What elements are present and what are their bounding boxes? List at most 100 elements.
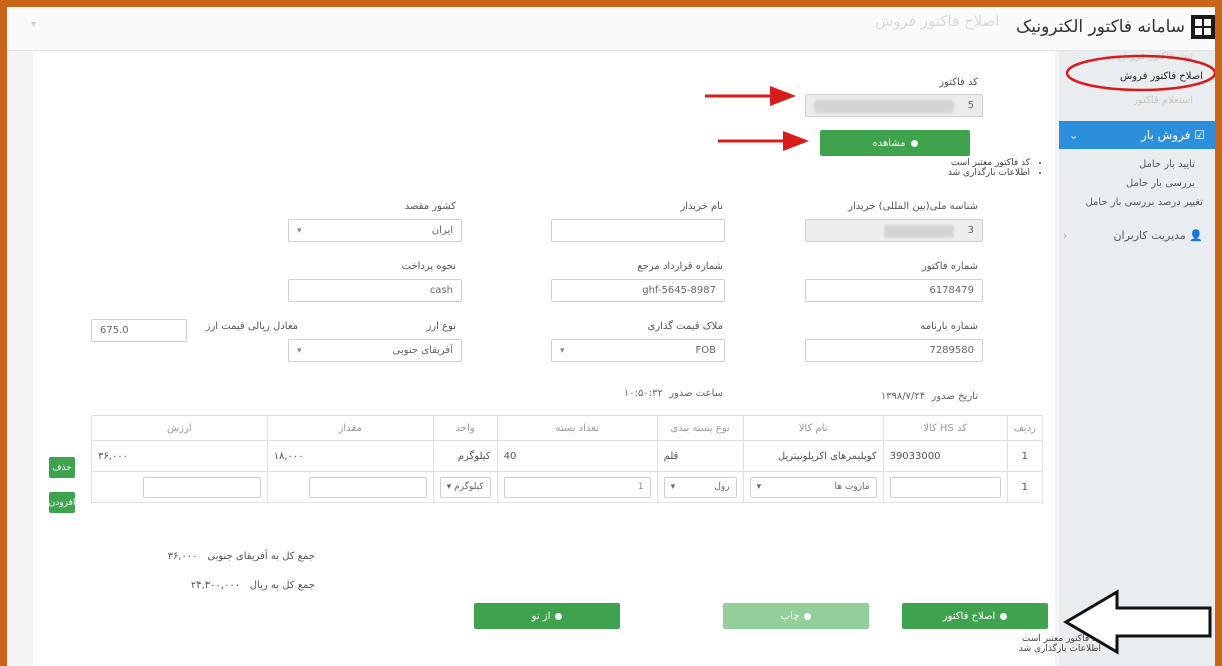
bill-of-lading-input[interactable]: 7289580 <box>805 339 983 362</box>
app-brand: سامانه فاکتور الکترونیک <box>1016 15 1215 39</box>
reset-button[interactable]: از نو <box>474 603 620 629</box>
cell-value: ۳۶,۰۰۰ <box>91 440 268 472</box>
amount-input[interactable] <box>308 476 427 498</box>
redacted-value <box>814 100 954 113</box>
footer-message-valid-code: کد فاکتور معتبر است <box>1019 634 1101 644</box>
caret-down-icon: ▾ <box>297 225 302 236</box>
cell-amount <box>266 471 434 503</box>
contract-number-label: شماره قرارداد مرجع <box>637 261 723 272</box>
product-name-select[interactable]: مازوت ها ▾ <box>749 476 877 498</box>
sidebar: ثبت فاکتور فروش اصلاح فاکتور فروش استعلا… <box>1059 51 1215 666</box>
invoice-code-input[interactable]: 5 <box>805 94 983 117</box>
col-product-name: نام کالا <box>742 415 884 441</box>
view-button-label: مشاهده <box>872 137 906 149</box>
exchange-rate-label: معادل ریالی قیمت ارز <box>205 321 298 332</box>
sidebar-item-inquiry[interactable]: استعلام فاکتور <box>1133 95 1193 106</box>
total-foreign: جمع کل به آفریقای جنوبی ۳۶,۰۰۰ <box>168 551 315 562</box>
edit-invoice-button[interactable]: اصلاح فاکتور <box>902 603 1048 629</box>
cell-product-name: کوپلیمرهای اکریلونیتریل <box>742 440 884 472</box>
destination-country-value: ایران <box>431 225 453 236</box>
cell-hs-code <box>882 471 1008 503</box>
buyer-id-label: شناسه ملی(بین المللی) خریدار <box>848 201 978 212</box>
destination-country-label: کشور مقصد <box>404 201 456 212</box>
col-row: ردیف <box>1006 415 1044 441</box>
invoice-number-input[interactable]: 6178479 <box>805 279 983 302</box>
caret-down-icon: ▾ <box>446 482 452 492</box>
cell-package-type: رول ▾ <box>656 471 744 503</box>
print-label: چاپ <box>780 610 800 622</box>
sidebar-item-edit-invoice[interactable]: اصلاح فاکتور فروش <box>1120 71 1203 82</box>
circle-icon <box>910 139 918 147</box>
sidebar-item-user-management[interactable]: 👤 مدیریت کاربران ‹ <box>1063 229 1203 242</box>
sidebar-item-approve-carrier[interactable]: تایید بار حامل <box>1139 159 1195 170</box>
sidebar-section-label: ☑ فروش بار <box>1141 128 1205 142</box>
issue-time-label: ساعت صدور <box>669 388 723 399</box>
chevron-down-icon: ⌄ <box>1069 128 1079 142</box>
issue-date: تاریخ صدور ۱۳۹۸/۷/۲۴ <box>881 391 978 402</box>
cell-hs-code: 39033000 <box>882 440 1008 472</box>
message-loaded: اطلاعات بارگذاری شد <box>948 168 1030 178</box>
cell-package-count: 40 <box>496 440 658 472</box>
col-unit: واحد <box>432 415 498 441</box>
unit-value: کیلوگرم <box>454 482 484 492</box>
footer-status-messages: کد فاکتور معتبر است اطلاعات بارگذاری شد <box>1019 634 1113 654</box>
delete-row-button[interactable]: حذف <box>49 457 75 478</box>
product-name-value: مازوت ها <box>834 482 870 492</box>
total-rial-value: ۲۴,۳۰۰,۰۰۰ <box>190 580 241 591</box>
total-rial-label: جمع کل به ریال <box>249 580 315 591</box>
cell-amount: ۱۸,۰۰۰ <box>266 440 434 472</box>
payment-method-input[interactable]: cash <box>288 279 462 302</box>
status-messages: کد فاکتور معتبر است اطلاعات بارگذاری شد <box>948 158 1042 178</box>
print-button[interactable]: چاپ <box>723 603 869 629</box>
issue-date-label: تاریخ صدور <box>931 391 978 402</box>
currency-select[interactable]: آفریقای جنوبی ▾ <box>288 339 462 362</box>
package-type-value: رول <box>714 482 730 492</box>
app-window: ▾ اصلاح فاکتور فروش سامانه فاکتور الکترو… <box>7 7 1215 666</box>
table-header-row: ردیف کد HS کالا نام کالا نوع بسته بندی ت… <box>91 415 1044 441</box>
footer-message-loaded: اطلاعات بارگذاری شد <box>1019 644 1101 654</box>
unit-select[interactable]: کیلوگرم ▾ <box>439 476 491 498</box>
exchange-rate-input[interactable]: 675.0 <box>91 319 187 342</box>
users-label: 👤 مدیریت کاربران <box>1113 229 1203 242</box>
destination-country-select[interactable]: ایران ▾ <box>288 219 462 242</box>
sidebar-item-change-review-percent[interactable]: تغییر درصد بررسی بار حامل <box>1085 197 1203 208</box>
hs-code-input[interactable] <box>889 476 1001 498</box>
items-table: ردیف کد HS کالا نام کالا نوع بسته بندی ت… <box>91 415 1044 503</box>
total-foreign-value: ۳۶,۰۰۰ <box>167 551 198 562</box>
package-count-input[interactable]: 1 <box>503 476 651 498</box>
buyer-name-label: نام خریدار <box>680 201 723 212</box>
message-valid-code: کد فاکتور معتبر است <box>948 158 1030 168</box>
invoice-code-label: کد فاکتور <box>939 77 978 88</box>
cell-product-name: مازوت ها ▾ <box>742 471 884 503</box>
issue-time-value: ۱۰:۵۰:۳۲ <box>623 388 663 399</box>
sidebar-item-register-invoice[interactable]: ثبت فاکتور فروش <box>1118 51 1193 62</box>
view-button[interactable]: مشاهده <box>820 130 970 156</box>
circle-icon <box>804 612 812 620</box>
add-row-button[interactable]: افزودن <box>49 492 75 513</box>
issue-date-value: ۱۳۹۸/۷/۲۴ <box>880 391 926 402</box>
package-type-select[interactable]: رول ▾ <box>663 476 737 498</box>
app-logo-icon <box>1191 15 1215 39</box>
value-input[interactable] <box>142 476 261 498</box>
menu-toggle-icon[interactable]: ▾ <box>31 19 36 30</box>
col-package-type: نوع بسته بندی <box>656 415 744 441</box>
currency-label: نوع ارز <box>426 321 456 332</box>
sidebar-section-freight-sales[interactable]: ☑ فروش بار ⌄ <box>1059 121 1215 149</box>
buyer-name-input[interactable] <box>551 219 725 242</box>
reset-label: از نو <box>531 610 551 622</box>
cell-unit: کیلوگرم <box>432 440 498 472</box>
contract-number-input[interactable]: ghf-5645-8987 <box>551 279 725 302</box>
invoice-number-label: شماره فاکتور <box>921 261 978 272</box>
buyer-id-value: 3 <box>967 225 974 236</box>
caret-down-icon: ▾ <box>297 345 302 356</box>
pricing-basis-select[interactable]: FOB ▾ <box>551 339 725 362</box>
header-bar: ▾ اصلاح فاکتور فروش سامانه فاکتور الکترو… <box>7 7 1215 51</box>
col-hs-code: کد HS کالا <box>882 415 1008 441</box>
buyer-id-input[interactable]: 3 <box>805 219 983 242</box>
col-amount: مقدار <box>266 415 434 441</box>
cell-package-type: قلم <box>656 440 744 472</box>
pricing-basis-value: FOB <box>695 345 716 356</box>
issue-time: ساعت صدور ۱۰:۵۰:۳۲ <box>624 388 723 399</box>
col-package-count: تعداد بسته <box>496 415 658 441</box>
sidebar-item-review-carrier[interactable]: بررسی بار حامل <box>1126 178 1195 189</box>
